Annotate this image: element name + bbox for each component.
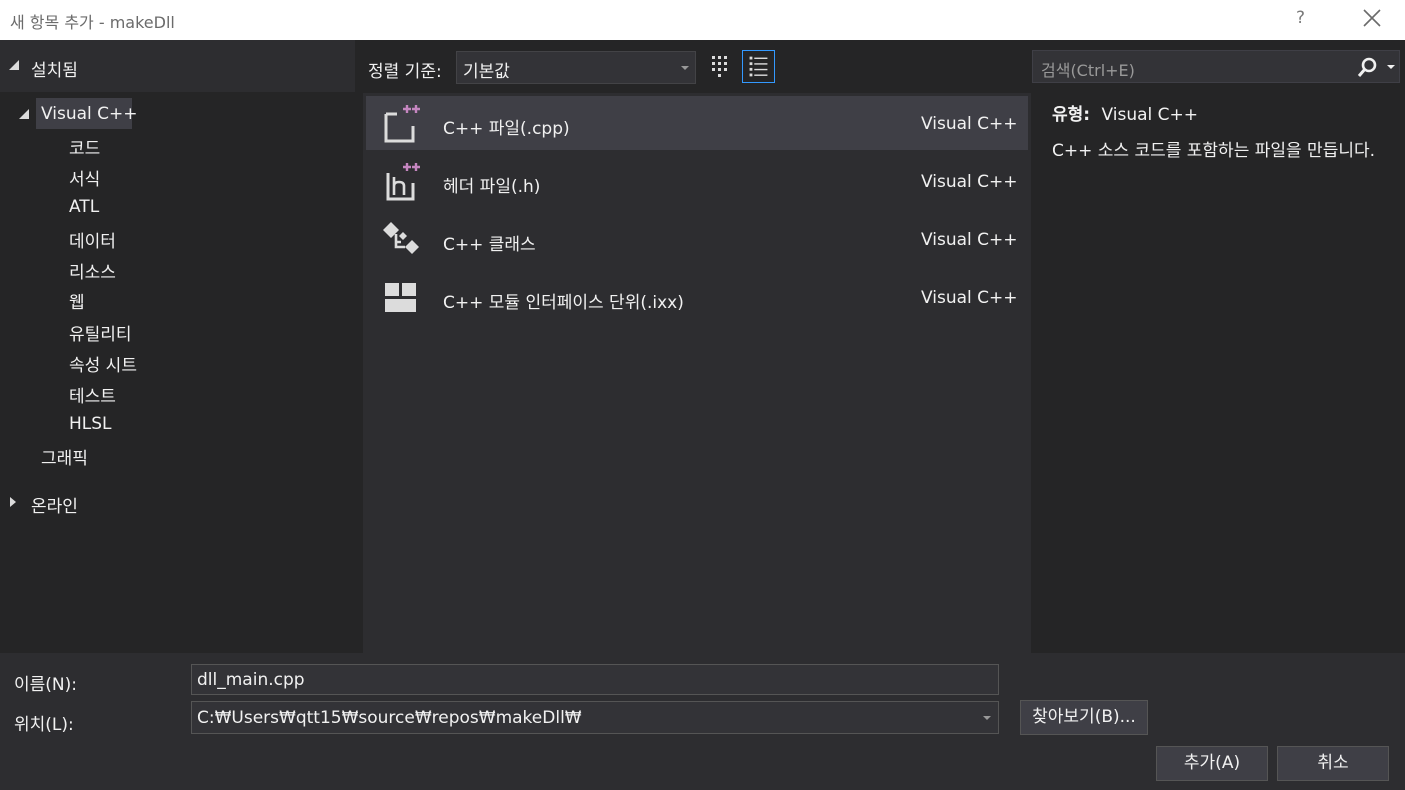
item-name: C++ 파일(.cpp) xyxy=(443,119,570,139)
search-box[interactable]: 검색(Ctrl+E) xyxy=(1032,50,1400,83)
window-title: 새 항목 추가 - makeDll xyxy=(10,13,175,32)
chevron-down-icon[interactable] xyxy=(983,716,991,720)
collapse-arrow-icon[interactable] xyxy=(9,60,19,70)
type-row: 유형: Visual C++ xyxy=(1052,103,1397,128)
name-label: 이름(N): xyxy=(14,675,77,695)
location-input[interactable]: C:₩Users₩qtt15₩source₩repos₩makeDll₩ xyxy=(197,708,582,728)
title-bar: 새 항목 추가 - makeDll ? xyxy=(0,0,1405,40)
tree-item-web[interactable]: 웹 xyxy=(69,288,85,313)
cancel-button[interactable]: 취소 xyxy=(1277,746,1389,781)
close-icon[interactable] xyxy=(1360,6,1384,30)
category-tree-panel: 설치됨 Visual C++ 코드 서식 ATL 데이터 리소스 웹 유틸리티 … xyxy=(0,40,355,653)
tree-item-format[interactable]: 서식 xyxy=(69,165,100,190)
cpp-file-icon xyxy=(384,105,420,143)
tree-item-online[interactable]: 온라인 xyxy=(31,492,78,517)
item-name: 헤더 파일(.h) xyxy=(443,177,541,197)
item-language: Visual C++ xyxy=(921,230,1018,250)
search-options-arrow-icon[interactable] xyxy=(1387,65,1395,69)
list-item[interactable]: 헤더 파일(.h) Visual C++ xyxy=(366,154,1028,208)
item-language: Visual C++ xyxy=(921,172,1018,192)
item-language: Visual C++ xyxy=(921,288,1018,308)
type-value: Visual C++ xyxy=(1101,105,1199,125)
chevron-down-icon xyxy=(681,66,689,70)
tree-item-test[interactable]: 테스트 xyxy=(69,382,116,407)
module-icon xyxy=(385,283,416,312)
list-item[interactable]: C++ 클래스 Visual C++ xyxy=(366,212,1028,266)
type-label: 유형: xyxy=(1052,105,1091,125)
sort-dropdown[interactable]: 기본값 xyxy=(456,51,696,84)
tree-item-label: Visual C++ xyxy=(41,104,138,124)
tree-item-code[interactable]: 코드 xyxy=(69,134,100,159)
name-field[interactable]: dll_main.cpp xyxy=(191,664,999,695)
sort-label: 정렬 기준: xyxy=(368,62,442,82)
list-item[interactable]: C++ 모듈 인터페이스 단위(.ixx) Visual C++ xyxy=(366,270,1028,324)
tree-item-data[interactable]: 데이터 xyxy=(69,227,116,252)
bottom-form: 이름(N): dll_main.cpp 위치(L): C:₩Users₩qtt1… xyxy=(0,653,1405,790)
header-file-icon xyxy=(386,163,420,201)
tree-item-atl[interactable]: ATL xyxy=(69,197,99,217)
tree-item-resource[interactable]: 리소스 xyxy=(69,258,116,283)
tree-item-utility[interactable]: 유틸리티 xyxy=(69,320,132,345)
class-icon xyxy=(383,222,419,254)
search-icon[interactable] xyxy=(1357,57,1379,79)
small-icons-view-icon[interactable] xyxy=(704,50,737,83)
collapse-arrow-icon[interactable] xyxy=(19,109,29,119)
location-label: 위치(L): xyxy=(14,715,74,735)
installed-label: 설치됨 xyxy=(31,61,78,81)
add-button[interactable]: 추가(A) xyxy=(1156,746,1268,781)
template-list: C++ 파일(.cpp) Visual C++ 헤더 파일(.h) Visual… xyxy=(363,93,1031,653)
expand-arrow-icon[interactable] xyxy=(10,497,16,507)
list-item[interactable]: C++ 파일(.cpp) Visual C++ xyxy=(366,96,1028,150)
installed-header[interactable]: 설치됨 xyxy=(0,40,355,92)
detail-panel: 유형: Visual C++ C++ 소스 코드를 포함하는 파일을 만듭니다. xyxy=(1052,103,1397,164)
item-name: C++ 모듈 인터페이스 단위(.ixx) xyxy=(443,293,684,313)
sort-value: 기본값 xyxy=(463,62,510,82)
browse-button[interactable]: 찾아보기(B)... xyxy=(1020,700,1148,735)
list-view-icon[interactable] xyxy=(742,50,775,83)
description-text: C++ 소스 코드를 포함하는 파일을 만듭니다. xyxy=(1052,141,1376,161)
search-input[interactable]: 검색(Ctrl+E) xyxy=(1041,57,1135,81)
tree-item-property-sheet[interactable]: 속성 시트 xyxy=(69,351,137,376)
help-button[interactable]: ? xyxy=(1296,8,1305,28)
location-combo[interactable]: C:₩Users₩qtt15₩source₩repos₩makeDll₩ xyxy=(191,701,999,734)
item-name: C++ 클래스 xyxy=(443,235,536,255)
tree-item-hlsl[interactable]: HLSL xyxy=(69,414,112,434)
name-input[interactable]: dll_main.cpp xyxy=(197,670,305,690)
tree-item-graphics[interactable]: 그래픽 xyxy=(41,444,88,469)
item-language: Visual C++ xyxy=(921,114,1018,134)
